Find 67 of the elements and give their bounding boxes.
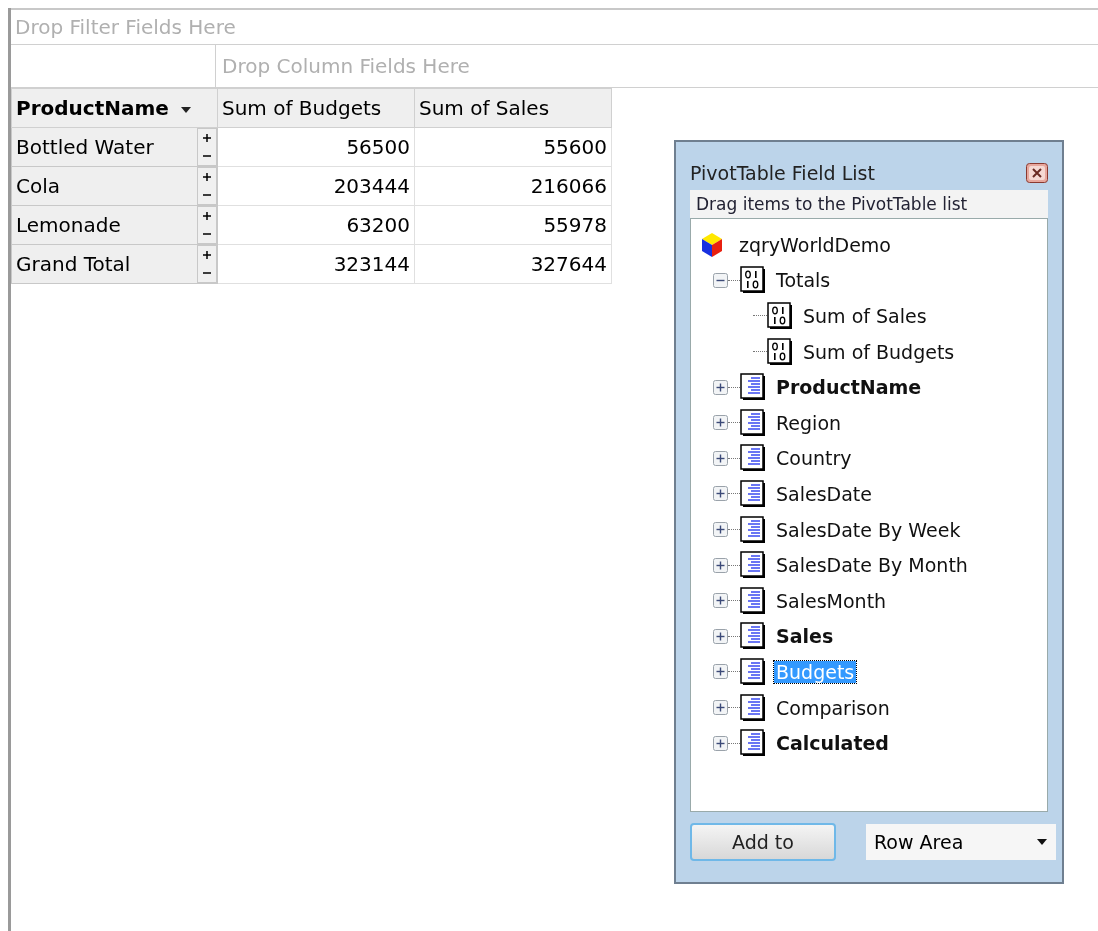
field-item[interactable]: Sum of Budgets: [801, 340, 957, 363]
expand-collapse-icon[interactable]: [197, 206, 217, 244]
field-item[interactable]: Sum of Sales: [801, 305, 929, 327]
dropdown-icon[interactable]: [1036, 838, 1048, 846]
close-icon[interactable]: [1026, 163, 1048, 183]
table-cell: 56500: [217, 127, 415, 167]
dropdown-icon[interactable]: [179, 105, 192, 114]
area-dropdown[interactable]: Row Area: [866, 824, 1056, 860]
row-label: Grand Total: [16, 252, 131, 276]
expand-icon[interactable]: [713, 700, 728, 715]
field-item[interactable]: SalesDate: [774, 482, 874, 505]
field-item[interactable]: SalesDate By Week: [774, 518, 963, 541]
expand-collapse-icon[interactable]: [197, 167, 217, 205]
field-item[interactable]: ProductName: [774, 376, 924, 399]
numeric-field-icon: [767, 337, 793, 366]
list-field-icon: [740, 586, 766, 615]
table-cell: 216066: [414, 166, 612, 206]
row-field-header[interactable]: ProductName: [11, 88, 218, 128]
field-item[interactable]: Sales: [774, 625, 836, 648]
list-field-icon: [740, 373, 766, 402]
expand-icon[interactable]: [713, 522, 728, 538]
field-item[interactable]: SalesDate By Month: [774, 554, 970, 577]
table-cell: 55600: [414, 127, 612, 167]
list-field-icon: [740, 444, 766, 473]
table-cell: 323144: [217, 244, 415, 284]
expand-icon[interactable]: [713, 628, 728, 644]
expand-icon[interactable]: [713, 486, 728, 502]
cube-icon: [701, 231, 723, 258]
list-field-icon: [740, 693, 766, 722]
field-item[interactable]: Region: [774, 411, 844, 434]
expand-icon[interactable]: [713, 664, 728, 680]
field-item[interactable]: zqryWorldDemo: [737, 233, 893, 256]
expand-icon[interactable]: [713, 379, 728, 395]
field-item[interactable]: Country: [774, 447, 854, 470]
expand-collapse-icon[interactable]: [197, 128, 217, 166]
column-header: Sum of Sales: [414, 88, 612, 128]
column-header: Sum of Budgets: [217, 88, 415, 128]
row-label: Lemonade: [16, 213, 121, 237]
panel-title: PivotTable Field List: [690, 162, 875, 184]
list-field-icon: [740, 408, 766, 437]
list-field-icon: [740, 479, 766, 508]
expand-icon[interactable]: [713, 593, 728, 609]
table-cell: 203444: [217, 166, 415, 206]
row-label: Cola: [16, 174, 60, 198]
expand-collapse-icon[interactable]: [197, 245, 217, 283]
field-item[interactable]: Totals: [774, 269, 833, 292]
collapse-icon[interactable]: [713, 272, 728, 288]
list-field-icon: [740, 515, 766, 544]
field-item[interactable]: Calculated: [774, 732, 891, 755]
list-field-icon: [740, 622, 766, 651]
expand-icon[interactable]: [713, 415, 728, 431]
row-label: Bottled Water: [16, 135, 154, 159]
expand-icon[interactable]: [713, 735, 728, 751]
add-to-button[interactable]: Add to: [690, 823, 836, 861]
expand-icon[interactable]: [713, 557, 728, 573]
numeric-field-icon: [767, 302, 793, 330]
table-cell: 327644: [414, 244, 612, 284]
field-item[interactable]: Comparison: [774, 696, 892, 719]
table-cell: 63200: [217, 205, 415, 245]
hint-text: Drag items to the PivotTable list: [690, 190, 1048, 218]
table-cell: 55978: [414, 205, 612, 245]
list-field-icon: [740, 551, 766, 580]
expand-icon[interactable]: [713, 450, 728, 466]
field-item[interactable]: SalesMonth: [774, 589, 889, 612]
numeric-field-icon: [740, 266, 766, 295]
list-field-icon: [740, 729, 766, 758]
list-field-icon: [740, 657, 766, 686]
